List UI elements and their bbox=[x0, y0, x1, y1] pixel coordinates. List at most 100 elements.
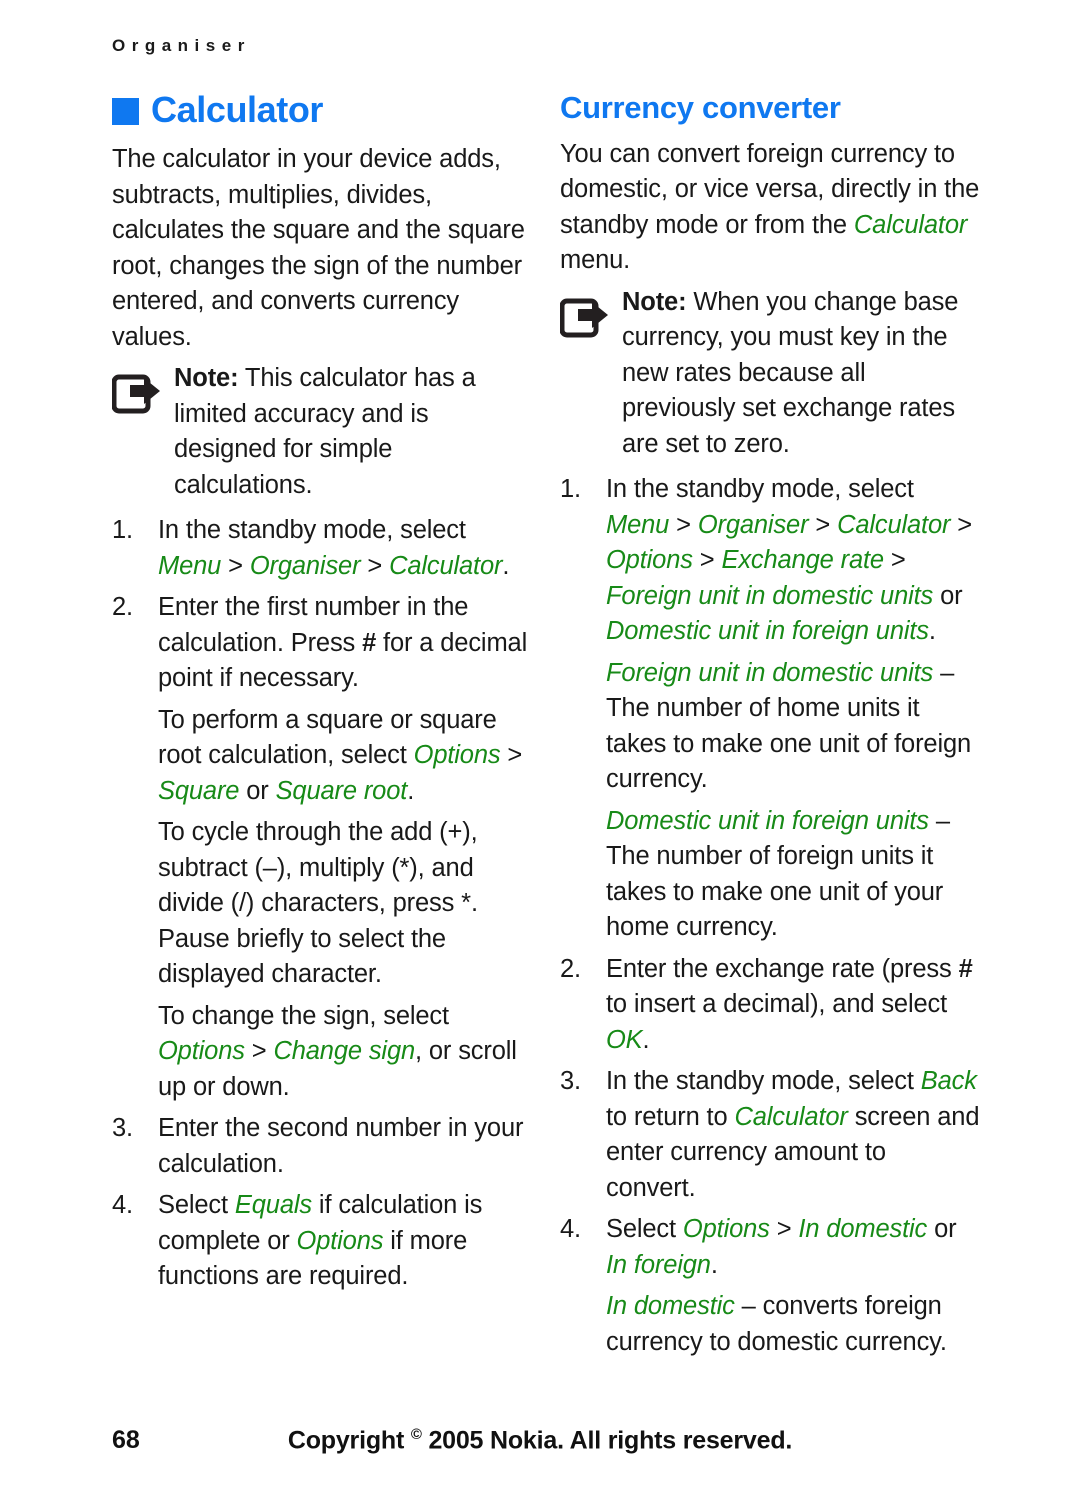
currency-intro-paragraph: You can convert foreign currency to dome… bbox=[560, 137, 980, 279]
note-lead-label: Note: bbox=[174, 364, 239, 392]
ui-reference: Options bbox=[413, 741, 501, 769]
definition-domestic-unit: Domestic unit in foreign units – The num… bbox=[606, 804, 980, 946]
path-separator: > bbox=[692, 546, 722, 575]
left-column: Calculator The calculator in your device… bbox=[112, 92, 532, 1301]
right-column: Currency converter You can convert forei… bbox=[560, 90, 980, 1366]
definition-term: Domestic unit in foreign units bbox=[606, 806, 929, 835]
ui-reference: Options bbox=[606, 546, 693, 575]
step-number: 2. bbox=[560, 954, 581, 983]
path-separator: > bbox=[808, 510, 838, 539]
ui-reference: Calculator bbox=[837, 510, 951, 539]
ui-reference: Organiser bbox=[249, 551, 361, 580]
subpara-text-b: or bbox=[239, 776, 276, 805]
definition-text: The number of home units it takes to mak… bbox=[606, 694, 972, 794]
ui-reference: Organiser bbox=[697, 510, 809, 539]
definitions-wrapper-2: In domestic – converts foreign currency … bbox=[560, 1289, 980, 1360]
definition-dash: – bbox=[928, 806, 950, 835]
path-separator: > bbox=[669, 510, 698, 539]
step-text-a: Select bbox=[158, 1191, 235, 1219]
step-text-a: In the standby mode, select bbox=[606, 1067, 921, 1096]
ui-reference: Exchange rate bbox=[721, 546, 884, 575]
step-text-b: or bbox=[933, 581, 963, 610]
definition-text: The number of foreign units it takes to … bbox=[606, 842, 944, 942]
page-footer: 68 Copyright © 2005 Nokia. All rights re… bbox=[0, 1426, 1080, 1466]
square-root-paragraph: To perform a square or square root calcu… bbox=[158, 703, 532, 810]
ui-reference: Options bbox=[158, 1037, 245, 1065]
ui-reference: Back bbox=[920, 1067, 977, 1096]
ui-reference: Domestic unit in foreign units bbox=[606, 617, 929, 646]
step-item: 4. Select Equals if calculation is compl… bbox=[112, 1188, 532, 1295]
step-item: 1. In the standby mode, select Menu > Or… bbox=[560, 472, 980, 650]
path-separator: > bbox=[244, 1037, 274, 1065]
definitions-wrapper: Foreign unit in domestic units – The num… bbox=[560, 656, 980, 946]
path-separator: > bbox=[883, 546, 906, 575]
step-item: 2. Enter the first number in the calcula… bbox=[112, 590, 532, 697]
change-sign-paragraph: To change the sign, select Options > Cha… bbox=[158, 999, 532, 1106]
step-number: 4. bbox=[560, 1215, 581, 1244]
currency-note: Note: When you change base currency, you… bbox=[560, 285, 980, 463]
step-item: 3. Enter the second number in your calcu… bbox=[112, 1111, 532, 1182]
copyright-post: 2005 Nokia. All rights reserved. bbox=[421, 1426, 793, 1455]
calculator-intro-paragraph: The calculator in your device adds, subt… bbox=[112, 145, 525, 351]
step-text-b: to return to bbox=[606, 1102, 735, 1131]
currency-converter-heading: Currency converter bbox=[560, 90, 841, 125]
definition-term: Foreign unit in domestic units bbox=[606, 658, 934, 687]
step-number: 1. bbox=[560, 475, 581, 504]
ui-reference: Menu bbox=[158, 551, 222, 580]
note-arrow-icon bbox=[560, 285, 622, 339]
step-subparagraph-wrapper: To perform a square or square root calcu… bbox=[112, 703, 532, 1106]
definition-foreign-unit: Foreign unit in domestic units – The num… bbox=[606, 656, 980, 798]
definition-term: In domestic bbox=[606, 1292, 735, 1321]
ui-reference: In foreign bbox=[606, 1250, 711, 1279]
intro-text-b: menu. bbox=[560, 246, 631, 275]
copyright-symbol: © bbox=[410, 1426, 422, 1443]
key-glyph: # bbox=[958, 954, 973, 983]
step-text-c: . bbox=[710, 1250, 718, 1279]
step-text-b: to insert a decimal), and select bbox=[606, 990, 948, 1019]
calculator-heading-text: Calculator bbox=[151, 89, 324, 130]
subpara-text-c: . bbox=[407, 776, 415, 805]
step-number: 1. bbox=[112, 516, 133, 544]
step-item: 1. In the standby mode, select Menu > Or… bbox=[112, 513, 532, 584]
ui-reference: Calculator bbox=[734, 1102, 848, 1131]
note-arrow-icon bbox=[112, 361, 174, 415]
path-separator: > bbox=[769, 1215, 799, 1244]
calculator-note-body: Note: This calculator has a limited accu… bbox=[174, 361, 532, 503]
step-text-c: . bbox=[928, 617, 936, 646]
ui-reference: Calculator bbox=[389, 551, 503, 580]
calculator-heading: Calculator bbox=[112, 92, 532, 128]
step-number: 2. bbox=[112, 593, 133, 621]
step-text-a: In the standby mode, select bbox=[158, 516, 466, 544]
step-number: 3. bbox=[112, 1114, 133, 1142]
definition-dash: – bbox=[734, 1292, 763, 1321]
ui-reference: In domestic bbox=[798, 1215, 928, 1244]
step-item: 2. Enter the exchange rate (press # to i… bbox=[560, 952, 980, 1059]
step-text-a: In the standby mode, select bbox=[606, 475, 914, 504]
ui-reference: Foreign unit in domestic units bbox=[606, 581, 934, 610]
key-glyph: # bbox=[362, 628, 377, 657]
ui-reference: Calculator bbox=[853, 210, 968, 239]
subpara-text-a: To change the sign, select bbox=[158, 1001, 449, 1030]
definition-in-domestic: In domestic – converts foreign currency … bbox=[606, 1289, 980, 1360]
step-text-c: . bbox=[642, 1025, 650, 1054]
path-separator: > bbox=[950, 510, 973, 539]
ui-reference: OK bbox=[606, 1025, 643, 1054]
ui-reference: Equals bbox=[234, 1191, 312, 1219]
step-item: 4. Select Options > In domestic or In fo… bbox=[560, 1212, 980, 1283]
path-separator: > bbox=[360, 551, 390, 580]
ui-reference: Options bbox=[682, 1215, 770, 1244]
step-text-b: or bbox=[927, 1215, 957, 1244]
step-text-a: Enter the second number in your calculat… bbox=[158, 1114, 524, 1178]
copyright-notice: Copyright © 2005 Nokia. All rights reser… bbox=[0, 1426, 1080, 1455]
square-bullet-icon bbox=[112, 97, 139, 125]
step-item: 3. In the standby mode, select Back to r… bbox=[560, 1064, 980, 1206]
calculator-note: Note: This calculator has a limited accu… bbox=[112, 361, 532, 503]
currency-note-body: Note: When you change base currency, you… bbox=[622, 285, 980, 463]
ui-reference: Menu bbox=[606, 510, 670, 539]
definition-dash: – bbox=[933, 658, 955, 687]
copyright-pre: Copyright bbox=[287, 1426, 411, 1455]
currency-steps: 1. In the standby mode, select Menu > Or… bbox=[560, 472, 980, 1360]
step-text-a: Enter the exchange rate (press bbox=[606, 954, 959, 983]
step-text-b: . bbox=[502, 551, 510, 580]
ui-reference: Options bbox=[296, 1226, 384, 1255]
